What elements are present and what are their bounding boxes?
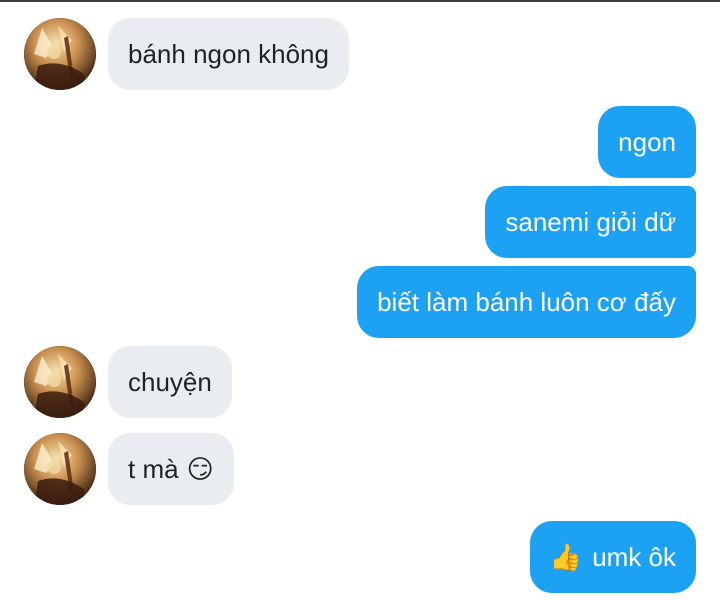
smirk-emoji-icon: 😏 [186,454,214,484]
message-text: bánh ngon không [128,39,329,69]
message-outgoing[interactable]: biết làm bánh luôn cơ đấy [357,266,696,338]
top-divider [0,0,720,2]
message-outgoing[interactable]: ngon [598,106,696,178]
message-text: sanemi giỏi dữ [505,207,676,237]
contact-avatar[interactable] [24,433,96,505]
message-outgoing[interactable]: 👍 umk ôk [529,521,696,593]
thumbs-up-emoji-icon: 👍 [549,542,583,572]
avatar-image-icon [24,346,96,418]
message-incoming[interactable]: bánh ngon không [108,18,349,90]
message-outgoing[interactable]: sanemi giỏi dữ [485,186,696,258]
message-text: umk ôk [592,542,676,572]
message-incoming[interactable]: t mà 😏 [108,433,234,505]
message-text: ngon [618,127,676,157]
contact-avatar[interactable] [24,346,96,418]
message-incoming[interactable]: chuyện [108,346,232,418]
avatar-image-icon [24,433,96,505]
contact-avatar[interactable] [24,18,96,90]
avatar-image-icon [24,18,96,90]
message-text: t mà [128,454,179,484]
message-text: biết làm bánh luôn cơ đấy [377,287,676,317]
message-text: chuyện [128,367,212,397]
